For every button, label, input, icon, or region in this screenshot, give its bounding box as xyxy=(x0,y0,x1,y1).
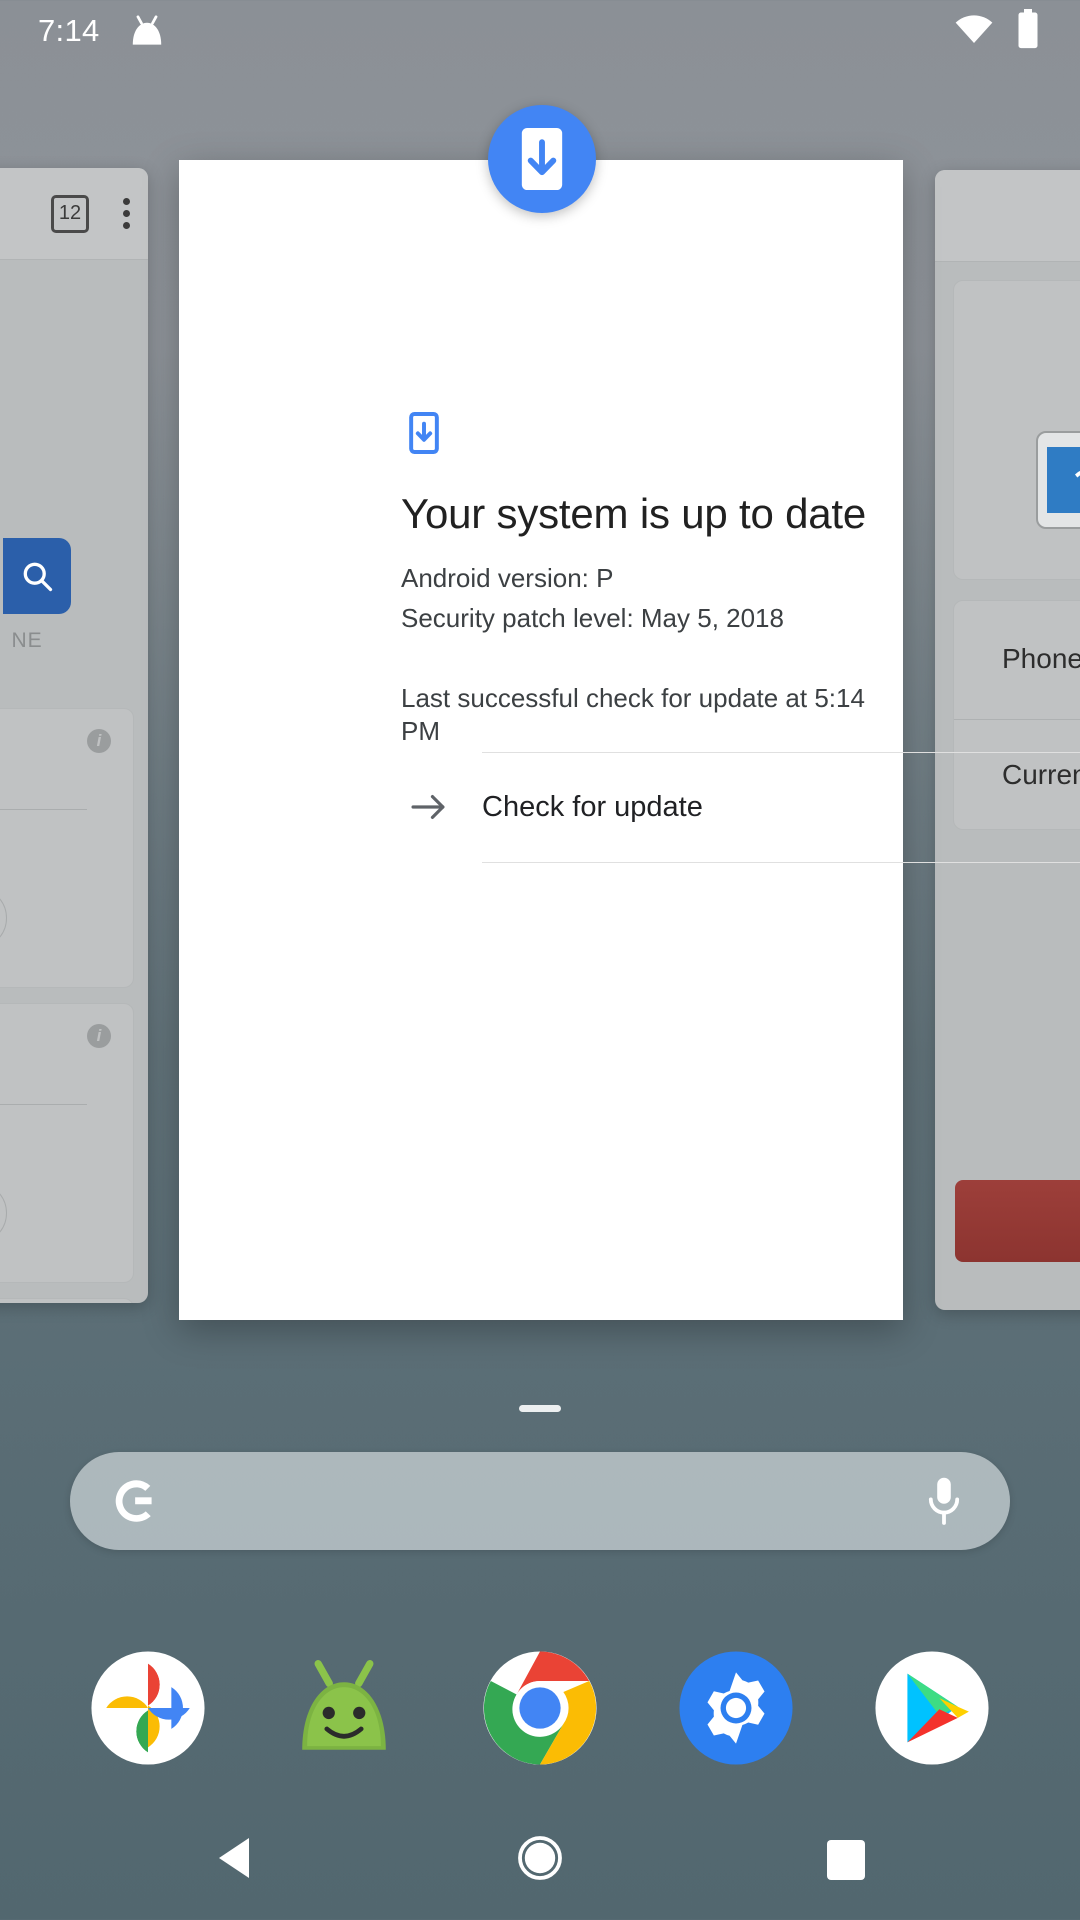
recents-card-left[interactable]: 12 ✕ DEOS NE i 06) e. Install i Install … xyxy=(0,168,148,1303)
status-clock: 7:14 xyxy=(38,13,100,48)
google-search-bar[interactable] xyxy=(70,1452,1010,1550)
android-head-icon xyxy=(126,13,168,49)
install-button[interactable]: Install xyxy=(0,1182,7,1244)
kebab-menu-icon[interactable] xyxy=(123,198,130,229)
app-dock xyxy=(0,1635,1080,1780)
dock-app-settings[interactable] xyxy=(669,1640,804,1775)
phone-wifi-icon xyxy=(1036,431,1080,529)
left-card-toolbar: 12 xyxy=(0,168,148,260)
right-card-toolbar xyxy=(935,170,1080,262)
status-bar: 7:14 xyxy=(0,0,1080,62)
row-label-phone: Phone xyxy=(1002,643,1080,674)
system-update-icon xyxy=(409,412,439,459)
list-item[interactable]: whenever xyxy=(0,1298,134,1303)
google-g-icon[interactable] xyxy=(110,1475,162,1527)
recents-square-icon[interactable] xyxy=(827,1840,865,1880)
microphone-icon[interactable] xyxy=(924,1475,964,1527)
dock-app-google-photos[interactable] xyxy=(81,1640,216,1775)
dock-app-chrome[interactable] xyxy=(473,1640,608,1775)
system-update-dialog: Your system is up to date Android versio… xyxy=(179,160,1080,1320)
recents-card-right[interactable]: Phone Curren xyxy=(935,170,1080,1310)
security-patch-text: Security patch level: May 5, 2018 xyxy=(401,603,784,633)
dock-app-play-store[interactable] xyxy=(865,1640,1000,1775)
install-button[interactable]: Install xyxy=(0,887,7,949)
home-circle-icon[interactable] xyxy=(516,1834,564,1887)
left-card-search-row: ✕ xyxy=(0,538,148,614)
app-drawer-handle[interactable] xyxy=(519,1405,561,1412)
tab-count-badge[interactable]: 12 xyxy=(51,194,89,233)
last-check-text: Last successful check for update at 5:14… xyxy=(401,683,865,747)
dock-app-android-mascot[interactable] xyxy=(277,1640,412,1775)
wifi-full-icon xyxy=(954,14,994,49)
check-for-update-label: Check for update xyxy=(482,790,703,823)
page-title: Your system is up to date xyxy=(401,490,867,537)
battery-full-icon xyxy=(1016,8,1040,54)
list-item[interactable]: i 06) e. Install xyxy=(0,708,134,988)
check-for-update-button[interactable]: Check for update xyxy=(379,752,1080,862)
left-card-tabs[interactable]: DEOS NE xyxy=(0,618,148,664)
arrow-right-icon xyxy=(379,792,479,822)
navigation-bar xyxy=(0,1800,1080,1920)
info-icon[interactable]: i xyxy=(87,1024,111,1048)
list-item[interactable]: i Install xyxy=(0,1003,134,1283)
system-update-badge-icon xyxy=(488,105,596,213)
divider xyxy=(482,862,1080,863)
info-icon[interactable]: i xyxy=(87,729,111,753)
warning-banner[interactable] xyxy=(955,1180,1080,1262)
search-icon[interactable] xyxy=(3,538,71,614)
tab-news[interactable]: NE xyxy=(12,629,43,653)
status-icons xyxy=(954,8,1040,54)
back-triangle-icon[interactable] xyxy=(215,1836,255,1885)
android-version-text: Android version: P xyxy=(401,563,614,593)
